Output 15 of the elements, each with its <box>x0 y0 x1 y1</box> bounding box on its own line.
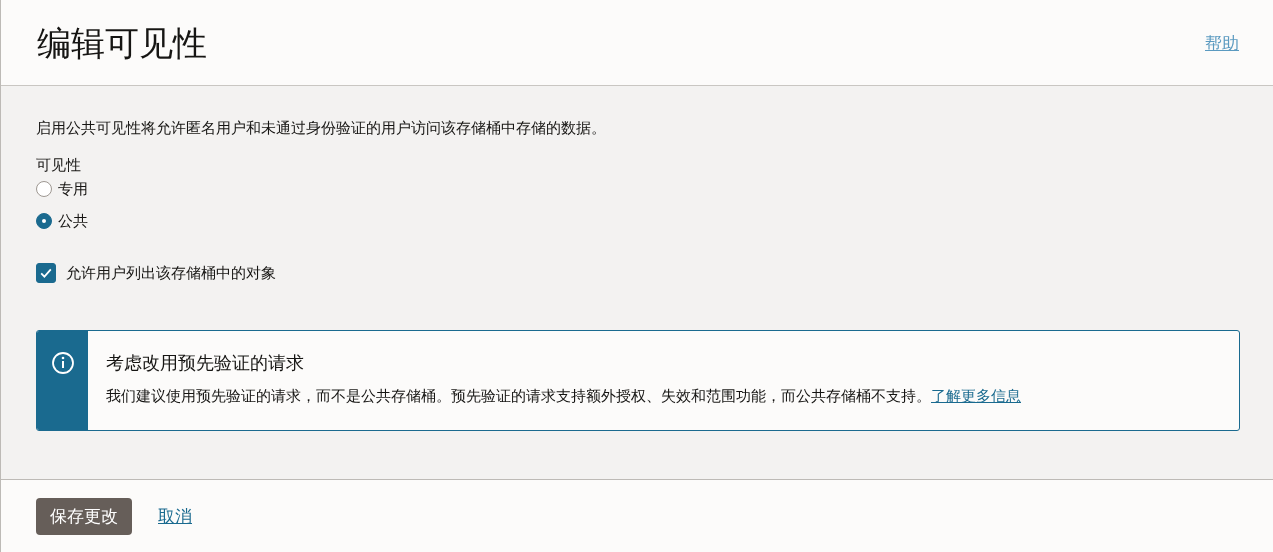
radio-button[interactable] <box>36 213 52 229</box>
dialog-title: 编辑可见性 <box>37 23 207 64</box>
save-button[interactable]: 保存更改 <box>36 497 132 535</box>
learn-more-link[interactable]: 了解更多信息 <box>931 387 1021 404</box>
info-icon <box>50 351 75 375</box>
description-text: 启用公共可见性将允许匿名用户和未通过身份验证的用户访问该存储桶中存储的数据。 <box>36 118 607 138</box>
visibility-label: 可见性 <box>36 155 82 175</box>
radio-label: 公共 <box>58 211 88 231</box>
radio-label: 专用 <box>58 179 88 199</box>
info-title: 考虑改用预先验证的请求 <box>106 352 305 375</box>
checkbox-label: 允许用户列出该存储桶中的对象 <box>66 263 276 283</box>
radio-button[interactable] <box>36 181 52 197</box>
checkbox[interactable] <box>36 263 56 283</box>
cancel-link[interactable]: 取消 <box>158 504 192 528</box>
info-message: 我们建议使用预先验证的请求，而不是公共存储桶。预先验证的请求支持额外授权、失效和范围功能，而公共存储桶不支持。了解更多信息 <box>106 386 1021 406</box>
